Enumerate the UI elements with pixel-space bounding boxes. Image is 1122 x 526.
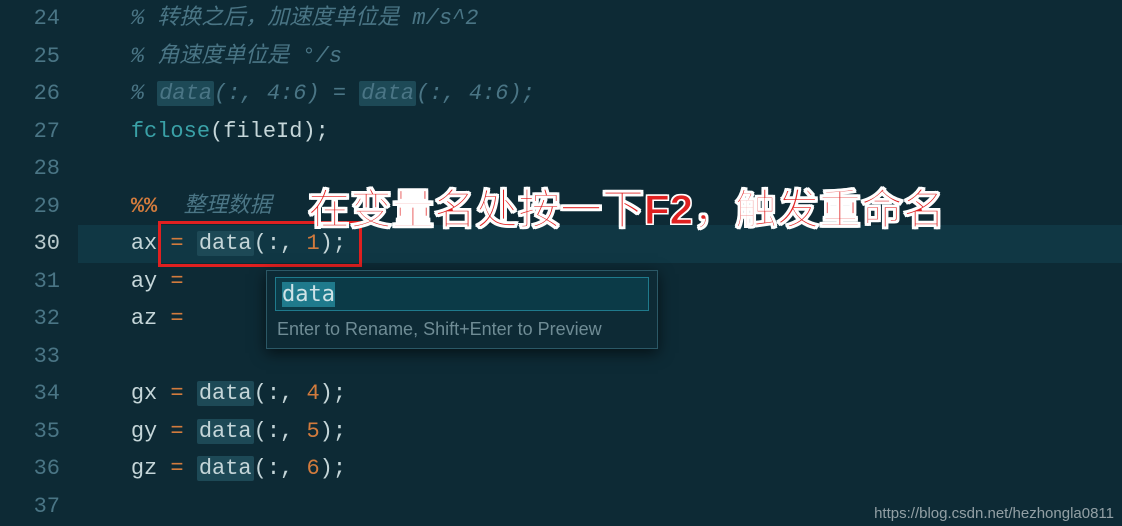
code-area[interactable]: % 转换之后，加速度单位是 m/s^2 % 角速度单位是 °/s % data(…	[78, 0, 1122, 526]
function-call: fclose	[131, 119, 210, 144]
code-line[interactable]	[78, 488, 1122, 526]
line-number: 34	[34, 381, 60, 406]
rename-hint: Enter to Rename, Shift+Enter to Preview	[267, 315, 657, 348]
variable-occurrence[interactable]: data	[197, 231, 254, 256]
line-number: 35	[34, 419, 60, 444]
code-line[interactable]: gx = data(:, 4);	[78, 375, 1122, 413]
comment: % 转换之后，加速度单位是 m/s^2	[131, 6, 479, 31]
rename-input[interactable]	[275, 277, 649, 311]
comment: % 角速度单位是 °/s	[131, 44, 342, 69]
code-line[interactable]: % 转换之后，加速度单位是 m/s^2	[78, 0, 1122, 38]
line-number: 28	[34, 156, 60, 181]
line-number: 25	[34, 44, 60, 69]
variable-occurrence[interactable]: data	[197, 419, 254, 444]
code-line[interactable]: gz = data(:, 6);	[78, 450, 1122, 488]
variable-occurrence[interactable]: data	[197, 381, 254, 406]
code-editor[interactable]: 24 25 26 27 28 29 30 31 32 33 34 35 36 3…	[0, 0, 1122, 526]
line-number: 29	[34, 194, 60, 219]
line-number-current: 30	[34, 231, 60, 256]
variable-occurrence[interactable]: data	[359, 81, 416, 106]
code-line-current[interactable]: ax = data(:, 1);	[78, 225, 1122, 263]
code-line[interactable]	[78, 150, 1122, 188]
code-line[interactable]: gy = data(:, 5);	[78, 413, 1122, 451]
code-line[interactable]: %% 整理数据	[78, 188, 1122, 226]
line-number: 27	[34, 119, 60, 144]
variable-occurrence[interactable]: data	[197, 456, 254, 481]
line-number: 37	[34, 494, 60, 519]
line-number: 26	[34, 81, 60, 106]
line-number: 33	[34, 344, 60, 369]
line-number: 31	[34, 269, 60, 294]
code-line[interactable]: fclose(fileId);	[78, 113, 1122, 151]
rename-popup[interactable]: Enter to Rename, Shift+Enter to Preview	[266, 270, 658, 349]
comment: % data(:, 4:6) = data(:, 4:6);	[131, 81, 535, 106]
line-number: 24	[34, 6, 60, 31]
section-marker: %%	[131, 194, 157, 219]
line-number-gutter: 24 25 26 27 28 29 30 31 32 33 34 35 36 3…	[0, 0, 78, 526]
line-number: 32	[34, 306, 60, 331]
variable-occurrence[interactable]: data	[157, 81, 214, 106]
code-line[interactable]: % data(:, 4:6) = data(:, 4:6);	[78, 75, 1122, 113]
line-number: 36	[34, 456, 60, 481]
code-line[interactable]: % 角速度单位是 °/s	[78, 38, 1122, 76]
